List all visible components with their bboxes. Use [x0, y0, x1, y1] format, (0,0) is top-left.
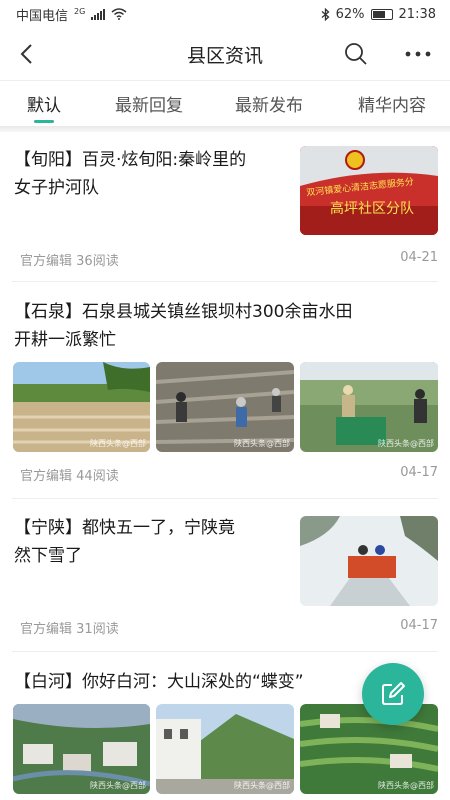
- watermark: 陕西头条@西部: [378, 439, 434, 448]
- post-date: 04-17: [400, 465, 438, 480]
- post-date: 04-17: [400, 618, 438, 633]
- watermark: 陕西头条@西部: [378, 781, 434, 790]
- author-reads: 官方编辑 36阅读: [20, 250, 119, 269]
- article-thumbnail: 陕西头条@西部: [156, 362, 294, 452]
- clock: 21:38: [398, 6, 436, 22]
- author: 官方编辑: [20, 469, 73, 484]
- tab-bar: 默认 最新回复 最新发布 精华内容: [0, 80, 450, 126]
- title-line: 【旬阳】百灵·炫旬阳:秦岭里的: [14, 150, 247, 170]
- chevron-left-icon[interactable]: [10, 38, 42, 70]
- read-count: 44阅读: [76, 469, 119, 484]
- title-line: 开耕一派繁忙: [14, 330, 116, 350]
- article-thumbnail: 陕西头条@西部: [13, 362, 150, 452]
- article-title: 【宁陕】都快五一了，宁陕竟 然下雪了: [14, 514, 294, 570]
- article-title: 【旬阳】百灵·炫旬阳:秦岭里的 女子护河队: [14, 146, 294, 202]
- carrier-label: 中国电信: [16, 8, 69, 24]
- bluetooth-icon: [321, 7, 330, 21]
- list-item[interactable]: 【石泉】石泉县城关镇丝银坝村300余亩水田 开耕一派繁忙 陕西头条@西部 陕西头…: [0, 282, 450, 499]
- list-item[interactable]: 【旬阳】百灵·炫旬阳:秦岭里的 女子护河队 双河镇爱心清洁志愿服务分 高坪社区分…: [0, 132, 450, 282]
- article-thumbnail: [300, 516, 438, 606]
- author-reads: 官方编辑 44阅读: [20, 465, 119, 484]
- read-count: 36阅读: [76, 254, 119, 269]
- battery-percent: 62%: [335, 6, 365, 22]
- page-title: 县区资讯: [186, 44, 263, 67]
- read-count: 31阅读: [76, 622, 119, 637]
- author-reads: 官方编辑 31阅读: [20, 618, 119, 637]
- battery-icon: [370, 8, 393, 20]
- article-thumbnail: 陕西头条@西部: [156, 704, 294, 794]
- edit-icon: [382, 682, 405, 705]
- wifi-icon: [111, 8, 127, 20]
- article-thumbnail: 陕西头条@西部: [300, 704, 438, 794]
- signal-icon: [91, 8, 106, 20]
- article-meta: 官方编辑 36阅读 04-21: [20, 250, 438, 269]
- tab-label: 默认: [27, 96, 61, 116]
- tab-label: 最新发布: [235, 96, 303, 116]
- author: 官方编辑: [20, 254, 73, 269]
- tab-label: 最新回复: [115, 96, 183, 116]
- title-line: 【石泉】石泉县城关镇丝银坝村300余亩水田: [14, 302, 353, 322]
- article-meta: 官方编辑 31阅读 04-17: [20, 618, 438, 637]
- banner-text: 高坪社区分队: [330, 201, 414, 217]
- status-bar: 中国电信 2G 62% 21:38: [0, 0, 450, 28]
- title-line: 女子护河队: [14, 178, 99, 198]
- search-icon[interactable]: [340, 38, 372, 70]
- title-line: 然下雪了: [14, 546, 82, 566]
- tab-default[interactable]: 默认: [14, 81, 74, 127]
- nav-bar: 县区资讯: [0, 28, 450, 80]
- tab-indicator: [34, 119, 54, 123]
- more-icon[interactable]: [398, 38, 438, 70]
- tab-latest-post[interactable]: 最新发布: [224, 81, 314, 127]
- author: 官方编辑: [20, 622, 73, 637]
- article-thumbnail: 双河镇爱心清洁志愿服务分 高坪社区分队: [300, 146, 438, 235]
- status-right: 62% 21:38: [321, 7, 436, 22]
- watermark: 陕西头条@西部: [90, 781, 146, 790]
- watermark: 陕西头条@西部: [234, 439, 290, 448]
- article-thumbnail: 陕西头条@西部: [300, 362, 438, 452]
- status-left: 中国电信 2G: [16, 5, 127, 24]
- article-thumbnail: 陕西头条@西部: [13, 704, 150, 794]
- list-item[interactable]: 【宁陕】都快五一了，宁陕竟 然下雪了 官方编辑 31阅读 04-17: [0, 498, 450, 652]
- article-meta: 官方编辑 44阅读 04-17: [20, 465, 438, 484]
- title-line: 【宁陕】都快五一了，宁陕竟: [14, 518, 235, 538]
- post-date: 04-21: [400, 250, 438, 265]
- watermark: 陕西头条@西部: [234, 781, 290, 790]
- tab-label: 精华内容: [358, 96, 426, 116]
- article-title: 【石泉】石泉县城关镇丝银坝村300余亩水田 开耕一派繁忙: [14, 298, 439, 354]
- watermark: 陕西头条@西部: [90, 439, 146, 448]
- compose-button[interactable]: [362, 663, 424, 725]
- tab-featured[interactable]: 精华内容: [344, 81, 440, 127]
- tab-latest-reply[interactable]: 最新回复: [104, 81, 194, 127]
- network-label: 2G: [74, 6, 86, 16]
